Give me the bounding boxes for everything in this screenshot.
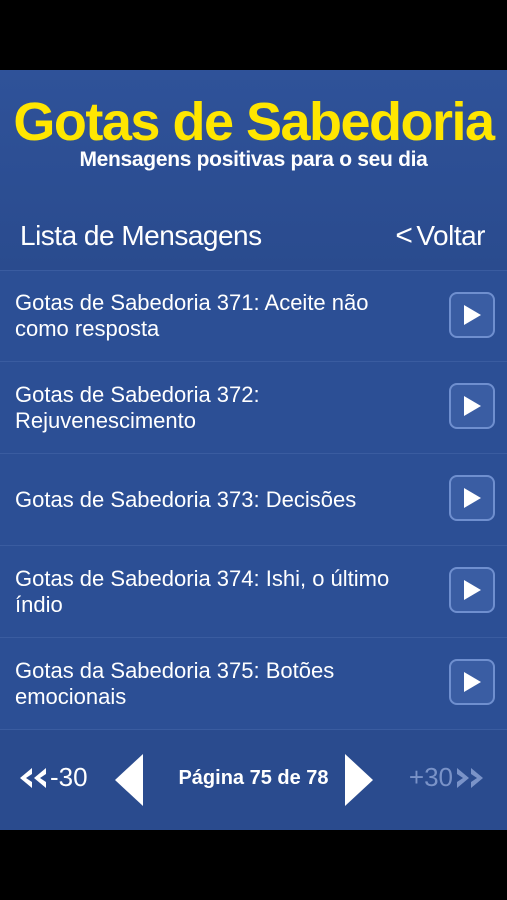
header: Gotas de Sabedoria Mensagens positivas p… [0, 70, 507, 270]
message-list: Gotas de Sabedoria 371: Aceite não como … [0, 270, 507, 730]
double-chevron-right-icon [457, 767, 483, 788]
message-title: Gotas de Sabedoria 371: Aceite não como … [15, 290, 369, 341]
play-button[interactable] [449, 292, 495, 338]
next-page-button[interactable] [343, 754, 373, 811]
app-title: Gotas de Sabedoria [13, 92, 495, 152]
play-icon [464, 396, 481, 416]
play-button[interactable] [449, 567, 495, 613]
play-icon [464, 488, 481, 508]
app-subtitle: Mensagens positivas para o seu dia [79, 148, 428, 171]
jump-forward-label: +30 [408, 762, 453, 792]
message-title: Gotas de Sabedoria 372: Rejuvenescimento [15, 381, 260, 433]
message-title: Gotas de Sabedoria 374: Ishi, o último í… [15, 565, 390, 617]
back-button[interactable]: < Voltar [395, 220, 485, 252]
message-title: Gotas de Sabedoria 373: Decisões [15, 486, 357, 512]
message-title: Gotas da Sabedoria 375: Botões emocionai… [15, 657, 335, 709]
play-button[interactable] [449, 383, 495, 429]
play-button[interactable] [449, 659, 495, 705]
play-icon [464, 305, 481, 325]
list-item[interactable]: Gotas de Sabedoria 373: Decisões [0, 454, 507, 546]
play-icon [464, 580, 481, 600]
back-button-label: Voltar [416, 220, 485, 251]
play-icon [464, 672, 481, 692]
list-item[interactable]: Gotas de Sabedoria 371: Aceite não como … [0, 270, 507, 362]
chevron-left-icon: < [395, 219, 413, 252]
jump-forward-button: +30 [409, 762, 485, 793]
list-item[interactable]: Gotas de Sabedoria 372: Rejuvenescimento [0, 362, 507, 454]
list-item[interactable]: Gotas de Sabedoria 374: Ishi, o último í… [0, 546, 507, 638]
section-title: Lista de Mensagens [20, 220, 262, 251]
list-item[interactable]: Gotas da Sabedoria 375: Botões emocionai… [0, 638, 507, 730]
pagination-bar: -30 Página 75 de 78 +30 [0, 730, 507, 830]
app-screen: Gotas de Sabedoria Mensagens positivas p… [0, 70, 507, 830]
play-button[interactable] [449, 475, 495, 521]
triangle-right-icon [345, 754, 373, 806]
